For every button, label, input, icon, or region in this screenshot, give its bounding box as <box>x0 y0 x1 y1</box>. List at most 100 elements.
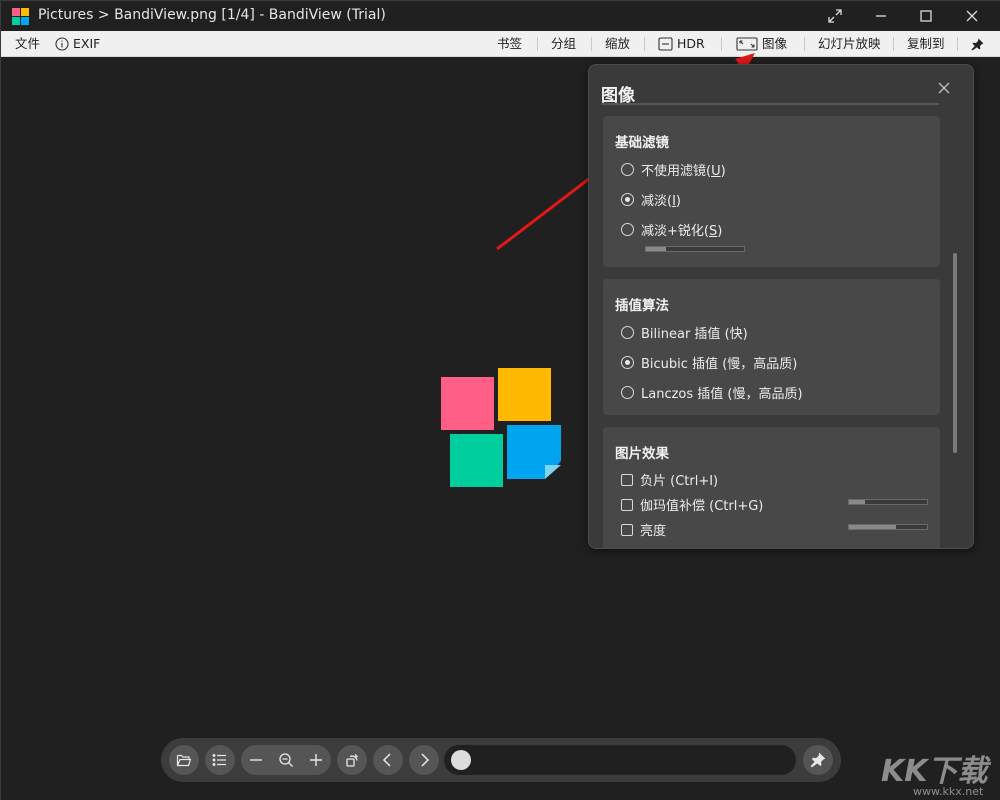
open-folder-button[interactable] <box>169 745 199 775</box>
option-label: Bicubic 插值 (慢，高品质) <box>641 353 797 372</box>
option-label: Lanczos 插值 (慢，高品质) <box>641 383 803 402</box>
title-bar: Pictures > BandiView.png [1/4] - BandiVi… <box>1 1 1000 31</box>
interp-bilinear-option[interactable]: Bilinear 插值 (快) <box>621 323 748 342</box>
chevron-right-icon <box>416 752 432 768</box>
bottom-toolbar <box>161 738 841 782</box>
menu-copy-to[interactable]: 复制到 <box>907 31 945 57</box>
bandiview-app-icon <box>12 8 30 26</box>
next-image-button[interactable] <box>409 745 439 775</box>
zoom-in-button[interactable] <box>301 745 331 775</box>
logo-yellow-square <box>498 368 551 421</box>
sharpen-level-slider[interactable] <box>645 246 745 252</box>
hdr-toggle-icon <box>658 37 673 51</box>
menu-image-label: 图像 <box>762 31 787 57</box>
pin-button[interactable] <box>971 31 984 57</box>
checkbox[interactable] <box>621 474 633 486</box>
radio-button[interactable] <box>621 163 634 176</box>
menu-divider <box>591 37 592 51</box>
menu-divider <box>804 37 805 51</box>
effect-brightness-option[interactable]: 亮度 <box>621 520 666 539</box>
filter-none-option[interactable]: 不使用滤镜(U) <box>621 160 726 179</box>
window-title: Pictures > BandiView.png [1/4] - BandiVi… <box>38 7 386 23</box>
menu-copy-to-label: 复制到 <box>907 31 945 57</box>
slider-fill <box>849 525 896 529</box>
image-effects-section: 图片效果 负片 (Ctrl+I) 伽玛值补偿 (Ctrl+G) 亮度 <box>603 427 940 549</box>
filter-soften-sharpen-option[interactable]: 减淡+锐化(S) <box>621 220 722 239</box>
option-label: 伽玛值补偿 (Ctrl+G) <box>640 495 763 514</box>
menu-bar: 文件 EXIF 书签 分组 缩放 HDR 图像 幻灯片放映 复制到 <box>1 31 1000 57</box>
magnifier-icon <box>278 752 294 768</box>
close-button[interactable] <box>949 1 995 31</box>
section-title: 插值算法 <box>615 294 669 314</box>
expand-icon <box>828 9 842 23</box>
option-label: 不使用滤镜(U) <box>641 160 726 179</box>
minimize-button[interactable] <box>858 1 904 31</box>
plus-icon <box>308 752 324 768</box>
interp-lanczos-option[interactable]: Lanczos 插值 (慢，高品质) <box>621 383 803 402</box>
interp-bicubic-option[interactable]: Bicubic 插值 (慢，高品质) <box>621 353 797 372</box>
checkbox[interactable] <box>621 499 633 511</box>
minus-icon <box>248 752 264 768</box>
logo-blue-square <box>507 425 561 479</box>
menu-exif[interactable]: EXIF <box>55 31 100 57</box>
effect-negative-option[interactable]: 负片 (Ctrl+I) <box>621 470 718 489</box>
rotate-icon <box>344 752 360 768</box>
slider-knob[interactable] <box>451 750 471 770</box>
list-icon <box>212 752 228 768</box>
rotate-button[interactable] <box>337 745 367 775</box>
panel-close-button[interactable] <box>935 79 953 97</box>
menu-slideshow-label: 幻灯片放映 <box>818 31 881 57</box>
menu-zoom-label: 缩放 <box>605 31 630 57</box>
menu-bookmark-label: 书签 <box>497 31 522 57</box>
menu-split-label: 分组 <box>551 31 576 57</box>
radio-button[interactable] <box>621 386 634 399</box>
chevron-left-icon <box>380 752 396 768</box>
brightness-slider[interactable] <box>848 524 928 530</box>
pin-toolbar-button[interactable] <box>803 745 833 775</box>
radio-button-selected[interactable] <box>621 356 634 369</box>
menu-divider <box>644 37 645 51</box>
pin-icon <box>810 752 826 768</box>
menu-divider <box>893 37 894 51</box>
file-list-button[interactable] <box>205 745 235 775</box>
menu-zoom[interactable]: 缩放 <box>605 31 630 57</box>
maximize-button[interactable] <box>903 1 949 31</box>
radio-button[interactable] <box>621 326 634 339</box>
image-position-slider[interactable] <box>444 745 796 775</box>
menu-image[interactable]: 图像 <box>736 31 787 57</box>
filter-soften-option[interactable]: 减淡(I) <box>621 190 681 209</box>
watermark-logo: KK下载 <box>881 746 988 790</box>
slider-fill <box>646 247 666 251</box>
info-icon <box>55 37 69 51</box>
logo-green-square <box>450 434 503 487</box>
option-label: 亮度 <box>640 520 666 539</box>
logo-pink-square <box>441 377 494 430</box>
previous-image-button[interactable] <box>373 745 403 775</box>
image-settings-panel: 图像 基础滤镜 不使用滤镜(U) 减淡(I) 减淡+锐化(S) <box>588 64 974 549</box>
panel-title-divider <box>601 103 939 105</box>
menu-bookmark[interactable]: 书签 <box>497 31 522 57</box>
menu-split[interactable]: 分组 <box>551 31 576 57</box>
radio-button[interactable] <box>621 223 634 236</box>
effect-gamma-option[interactable]: 伽玛值补偿 (Ctrl+G) <box>621 495 763 514</box>
zoom-controls <box>241 745 331 775</box>
close-icon <box>965 9 979 23</box>
watermark-url: www.kkx.net <box>913 785 983 798</box>
menu-file[interactable]: 文件 <box>15 31 40 57</box>
interpolation-section: 插值算法 Bilinear 插值 (快) Bicubic 插值 (慢，高品质) … <box>603 279 940 415</box>
fullscreen-button[interactable] <box>812 1 858 31</box>
pin-icon <box>971 38 984 51</box>
zoom-out-button[interactable] <box>241 745 271 775</box>
checkbox[interactable] <box>621 524 633 536</box>
slider-fill <box>849 500 865 504</box>
basic-filter-section: 基础滤镜 不使用滤镜(U) 减淡(I) 减淡+锐化(S) <box>603 116 940 267</box>
panel-scrollbar[interactable] <box>953 253 957 453</box>
menu-file-label: 文件 <box>15 31 40 57</box>
zoom-fit-button[interactable] <box>271 745 301 775</box>
radio-button-selected[interactable] <box>621 193 634 206</box>
gamma-slider[interactable] <box>848 499 928 505</box>
option-label: 减淡+锐化(S) <box>641 220 722 239</box>
menu-hdr[interactable]: HDR <box>658 31 705 57</box>
menu-slideshow[interactable]: 幻灯片放映 <box>818 31 881 57</box>
menu-divider <box>537 37 538 51</box>
